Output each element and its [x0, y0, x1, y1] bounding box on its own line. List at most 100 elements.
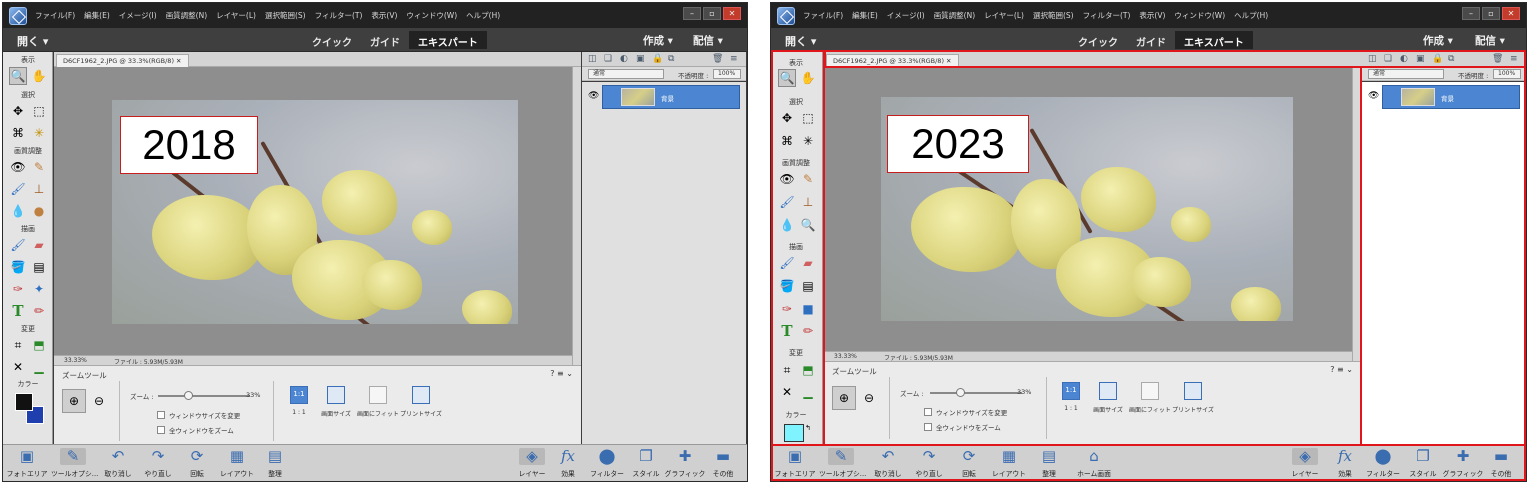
brush-icon[interactable]: 🖌	[9, 236, 27, 254]
create-button[interactable]: 作成 ▾	[1423, 33, 1453, 48]
menu-layer[interactable]: レイヤー(L)	[216, 10, 256, 21]
maximize-icon[interactable]: ▫	[703, 7, 721, 20]
filters-button[interactable]: ⬤ フィルター	[585, 448, 629, 479]
btn-print-size[interactable]: プリントサイズ	[1172, 382, 1214, 414]
menu-image[interactable]: イメージ(I)	[887, 10, 925, 21]
recompose-icon[interactable]: ⬒	[799, 361, 817, 379]
redo-button[interactable]: ↷ やり直し	[136, 448, 180, 479]
menu-window[interactable]: ウィンドウ(W)	[406, 10, 457, 21]
visibility-eye-icon[interactable]: 👁	[1368, 91, 1379, 101]
help-icon[interactable]: ? ≡ ⌄	[550, 369, 573, 378]
zoom-slider-knob[interactable]	[183, 391, 193, 400]
share-button[interactable]: 配信 ▾	[1475, 33, 1505, 48]
menu-view[interactable]: 表示(V)	[1139, 10, 1165, 21]
tab-quick[interactable]: クイック	[303, 31, 361, 49]
btn-fit[interactable]: 画面にフィット	[356, 386, 400, 418]
paint-bucket-icon[interactable]: 🪣	[778, 277, 796, 295]
pencil-icon[interactable]: ✏	[799, 322, 817, 340]
opacity-select[interactable]: 100%	[713, 69, 741, 79]
sponge-icon[interactable]: ●	[30, 202, 48, 220]
menu-enhance[interactable]: 画質調整(N)	[934, 10, 975, 21]
canvas[interactable]: 2023	[824, 67, 1352, 351]
eyedropper-icon[interactable]: ✑	[778, 300, 796, 318]
tool-options-button[interactable]: ✎ ツールオプシ...	[819, 448, 866, 479]
create-button[interactable]: 作成 ▾	[643, 33, 673, 48]
close-icon[interactable]: ✕	[723, 7, 741, 20]
document-tab[interactable]: D6CF1962_2.JPG @ 33.3%(RGB/8) ✕	[826, 54, 959, 67]
pencil-icon[interactable]: ✏	[30, 302, 48, 320]
content-aware-move-icon[interactable]: ✕	[9, 358, 27, 376]
lock-all-icon[interactable]: ⧉	[1448, 55, 1454, 64]
move-icon[interactable]: ✥	[778, 109, 796, 127]
new-group-icon[interactable]: ❏	[1384, 55, 1392, 64]
redo-button[interactable]: ↷ やり直し	[907, 448, 951, 479]
blend-mode-select[interactable]: 通常	[588, 69, 664, 79]
menu-image[interactable]: イメージ(I)	[119, 10, 157, 21]
more-button[interactable]: ▬ その他	[701, 448, 745, 479]
panel-menu-icon[interactable]: ≡	[1510, 55, 1518, 64]
zoom-slider[interactable]	[930, 388, 1022, 397]
lock-icon[interactable]: 🔒	[652, 55, 663, 64]
new-layer-icon[interactable]: ◫	[1368, 55, 1377, 64]
lasso-icon[interactable]: ⌘	[9, 124, 27, 142]
canvas-vertical-scrollbar[interactable]	[1352, 67, 1361, 361]
red-eye-icon[interactable]: 👁	[9, 158, 27, 176]
menu-enhance[interactable]: 画質調整(N)	[166, 10, 207, 21]
menu-file[interactable]: ファイル(F)	[35, 10, 75, 21]
organize-button[interactable]: ▤ 整理	[1027, 448, 1071, 479]
move-icon[interactable]: ✥	[9, 102, 27, 120]
layers-button[interactable]: ◈ レイヤー	[1283, 448, 1327, 479]
menu-window[interactable]: ウィンドウ(W)	[1174, 10, 1225, 21]
menu-file[interactable]: ファイル(F)	[803, 10, 843, 21]
close-icon[interactable]: ✕	[1502, 7, 1520, 20]
document-tab[interactable]: D6CF1962_2.JPG @ 33.3%(RGB/8) ✕	[56, 54, 189, 67]
layer-row[interactable]: 背景	[1382, 85, 1520, 109]
undo-button[interactable]: ↶ 取り消し	[866, 448, 910, 479]
organize-button[interactable]: ▤ 整理	[253, 448, 297, 479]
marquee-icon[interactable]: ⬚	[799, 109, 817, 127]
menu-help[interactable]: ヘルプ(H)	[466, 10, 500, 21]
btn-view-size[interactable]: 画面サイズ	[1090, 382, 1126, 414]
photo-bin-button[interactable]: ▣ フォトエリア	[5, 448, 49, 479]
recompose-icon[interactable]: ⬒	[30, 336, 48, 354]
menu-filter[interactable]: フィルター(T)	[1083, 10, 1131, 21]
magic-wand-icon[interactable]: ✳	[799, 132, 817, 150]
btn-print-size[interactable]: プリントサイズ	[400, 386, 442, 418]
minimize-icon[interactable]: –	[683, 7, 701, 20]
btn-1to1[interactable]: 1:1 1 : 1	[282, 386, 316, 416]
adjustment-layer-icon[interactable]: ◐	[620, 55, 628, 64]
type-icon[interactable]: T	[778, 322, 796, 340]
hand-icon[interactable]: ✋	[30, 67, 48, 85]
layer-mask-icon[interactable]: ▣	[636, 55, 645, 64]
canvas[interactable]: 2018	[54, 67, 572, 355]
smart-brush-icon[interactable]: 🖌	[778, 193, 796, 211]
share-button[interactable]: 配信 ▾	[693, 33, 723, 48]
zoom-all-checkbox[interactable]: 全ウィンドウをズーム	[157, 425, 234, 435]
foreground-color-swatch[interactable]	[784, 424, 804, 442]
swap-colors-icon[interactable]: ↰	[805, 424, 811, 432]
hand-icon[interactable]: ✋	[799, 69, 817, 87]
minimize-icon[interactable]: –	[1462, 7, 1480, 20]
btn-view-size[interactable]: 画面サイズ	[318, 386, 354, 418]
panel-menu-icon[interactable]: ≡	[730, 55, 738, 64]
checkbox-box[interactable]	[924, 423, 932, 431]
new-group-icon[interactable]: ❏	[604, 55, 612, 64]
paint-bucket-icon[interactable]: 🪣	[9, 258, 27, 276]
lock-icon[interactable]: 🔒	[1432, 55, 1443, 64]
rectangle-shape-icon[interactable]: ■	[799, 300, 817, 318]
menu-select[interactable]: 選択範囲(S)	[265, 10, 306, 21]
checkbox-box[interactable]	[924, 408, 932, 416]
checkbox-box[interactable]	[157, 411, 165, 419]
eraser-icon[interactable]: ▰	[30, 236, 48, 254]
tab-guide[interactable]: ガイド	[361, 31, 409, 49]
red-eye-icon[interactable]: 👁	[778, 170, 796, 188]
opacity-select[interactable]: 100%	[1493, 69, 1521, 79]
tab-guide[interactable]: ガイド	[1127, 31, 1175, 49]
type-icon[interactable]: T	[9, 302, 27, 320]
layout-button[interactable]: ▦ レイアウト	[987, 448, 1031, 479]
blur-icon[interactable]: 💧	[9, 202, 27, 220]
checkbox-box[interactable]	[157, 426, 165, 434]
foreground-color-swatch[interactable]	[15, 393, 33, 411]
adjustment-layer-icon[interactable]: ◐	[1400, 55, 1408, 64]
zoom-icon[interactable]: 🔍	[778, 69, 796, 87]
